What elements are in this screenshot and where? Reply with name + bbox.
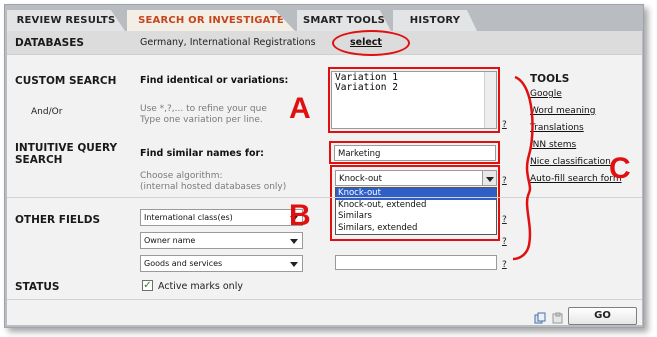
annotation-box-algorithm [330, 165, 500, 241]
other-field-select-1-value: International class(es) [144, 213, 233, 222]
databases-label: DATABASES [15, 37, 84, 49]
databases-row: DATABASES Germany, International Registr… [7, 31, 642, 55]
other-field-help-2[interactable]: ? [502, 237, 507, 247]
chevron-down-icon [290, 262, 298, 267]
tool-nice-classification-link[interactable]: Nice classification [530, 157, 611, 167]
status-label: STATUS [15, 281, 60, 293]
annotation-c: C [609, 152, 631, 185]
and-or-label: And/Or [31, 107, 63, 117]
algorithm-note: (internal hosted databases only) [140, 182, 287, 192]
annotation-box-textarea [328, 67, 500, 133]
copy-icon[interactable] [534, 312, 546, 324]
annotation-box-similar-input [329, 141, 500, 164]
algorithm-help[interactable]: ? [502, 176, 507, 186]
chevron-down-icon [290, 239, 298, 244]
select-highlight-ellipse [332, 30, 410, 56]
custom-search-help[interactable]: ? [502, 120, 507, 130]
find-identical-label: Find identical or variations: [140, 75, 289, 86]
intuitive-query-label-2: SEARCH [15, 154, 63, 166]
tab-review-results[interactable]: REVIEW RESULTS [7, 10, 125, 31]
active-marks-label: Active marks only [158, 281, 243, 292]
annotation-a: A [289, 92, 311, 125]
annotation-b: B [289, 199, 311, 232]
other-fields-label: OTHER FIELDS [15, 214, 101, 226]
other-field-select-3[interactable]: Goods and services [140, 255, 303, 272]
tool-auto-fill-link[interactable]: Auto-fill search form [530, 174, 622, 184]
choose-algorithm-label: Choose algorithm: [140, 171, 223, 181]
find-similar-label: Find similar names for: [140, 148, 264, 159]
paste-icon[interactable] [552, 312, 564, 324]
other-field-help-3[interactable]: ? [502, 260, 507, 270]
intuitive-query-label: INTUITIVE QUERY [15, 142, 118, 154]
tab-bar: REVIEW RESULTS SEARCH OR INVESTIGATE SMA… [5, 5, 643, 31]
refine-hint-line1: Use *,?,... to refine your que [140, 104, 267, 114]
tool-word-meaning-link[interactable]: Word meaning [530, 106, 595, 116]
other-field-select-2[interactable]: Owner name [140, 232, 303, 249]
other-field-select-2-value: Owner name [144, 236, 196, 245]
tab-history[interactable]: HISTORY [393, 10, 477, 31]
active-marks-checkbox[interactable]: ✓ [142, 280, 153, 291]
other-field-help-1[interactable]: ? [502, 215, 507, 225]
search-panel: DATABASES Germany, International Registr… [7, 30, 642, 325]
databases-value: Germany, International Registrations [140, 37, 316, 48]
search-window: REVIEW RESULTS SEARCH OR INVESTIGATE SMA… [4, 4, 644, 328]
goods-services-input[interactable] [335, 255, 497, 270]
divider [7, 299, 642, 300]
custom-search-label: CUSTOM SEARCH [15, 75, 117, 87]
divider [7, 197, 642, 198]
refine-hint-line2: Type one variation per line. [140, 115, 263, 125]
go-button[interactable]: GO [568, 307, 637, 325]
annotation-bracket [512, 75, 534, 261]
other-field-select-1[interactable]: International class(es) [140, 209, 303, 226]
other-field-select-3-value: Goods and services [144, 259, 223, 268]
tab-smart-tools[interactable]: SMART TOOLS [297, 10, 391, 31]
tab-search-or-investigate[interactable]: SEARCH OR INVESTIGATE [127, 10, 295, 31]
